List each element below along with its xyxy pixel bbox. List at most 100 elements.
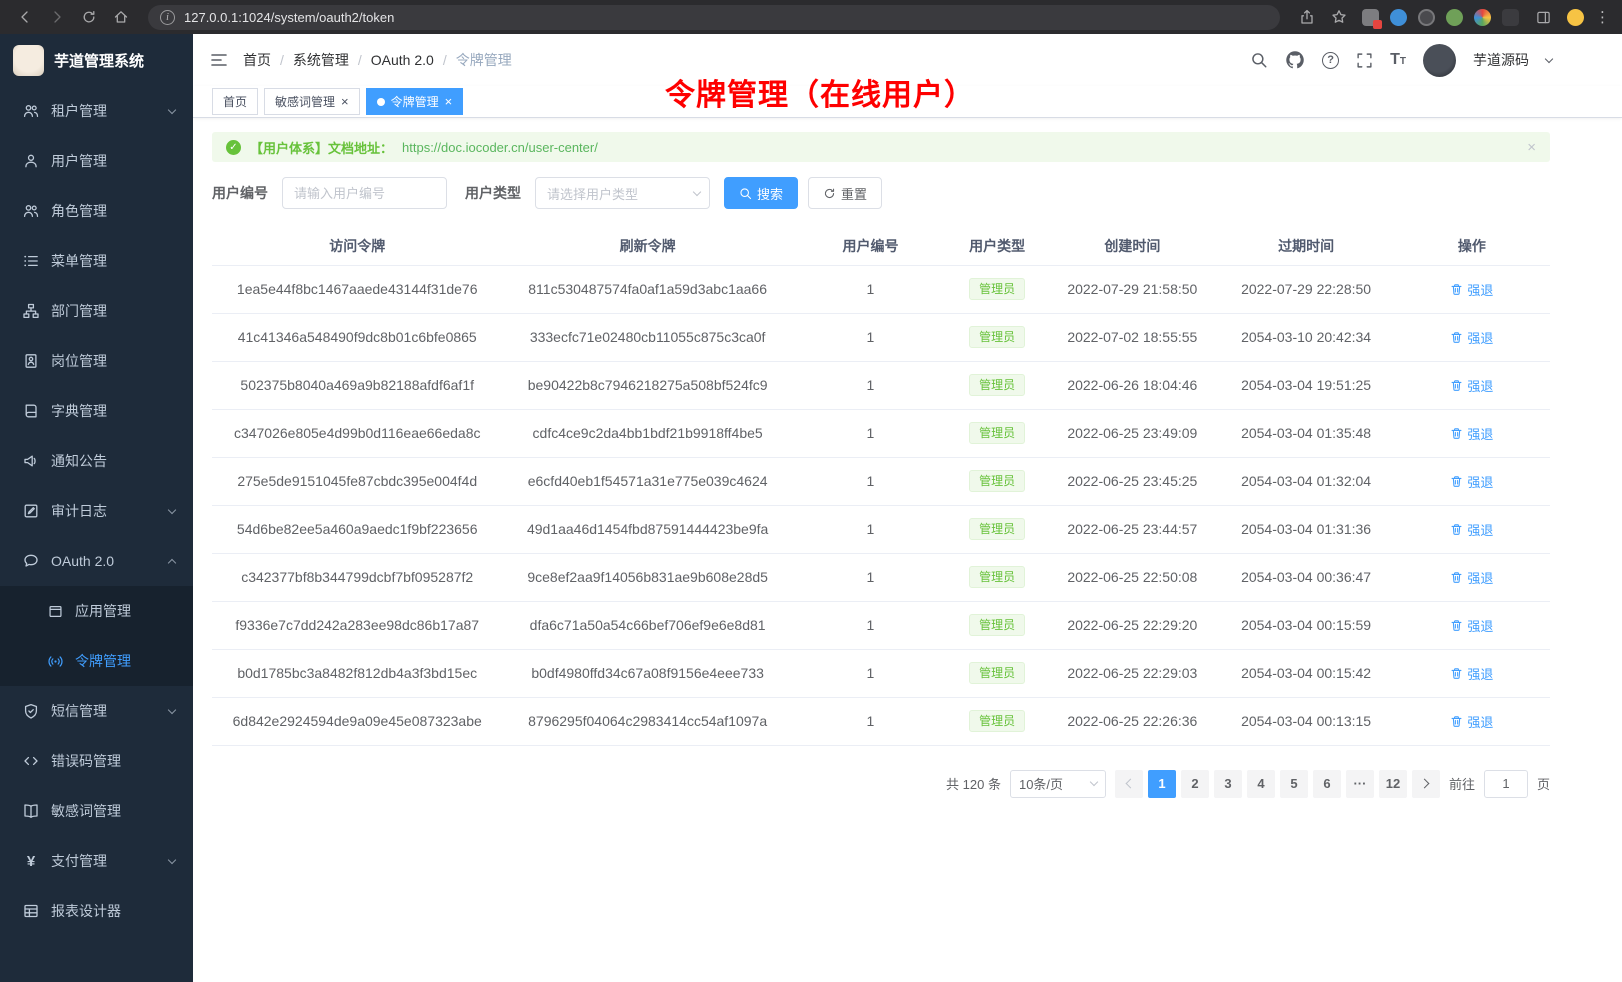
megaphone-icon: [22, 453, 40, 469]
github-icon[interactable]: [1285, 50, 1305, 70]
force-logout-button[interactable]: 强退: [1450, 712, 1493, 731]
sidebar-item-user[interactable]: 用户管理: [0, 136, 193, 186]
breadcrumb-home[interactable]: 首页: [243, 50, 271, 70]
force-logout-button[interactable]: 强退: [1450, 520, 1493, 539]
user-avatar[interactable]: [1423, 44, 1456, 77]
search-button[interactable]: 搜索: [724, 177, 798, 209]
extension-icon[interactable]: [1390, 9, 1407, 26]
back-icon[interactable]: [12, 4, 38, 30]
force-logout-button[interactable]: 强退: [1450, 280, 1493, 299]
expires-cell: 2054-03-04 00:36:47: [1218, 553, 1393, 601]
browser-menu-icon[interactable]: ⋮: [1595, 8, 1610, 26]
refresh-token-cell: be90422b8c7946218275a508bf524fc9: [502, 361, 792, 409]
page-button-6[interactable]: 6: [1313, 770, 1341, 798]
force-logout-button[interactable]: 强退: [1450, 328, 1493, 347]
page-button-12[interactable]: 12: [1379, 770, 1407, 798]
force-logout-button[interactable]: 强退: [1450, 424, 1493, 443]
sidebar-item-post[interactable]: 岗位管理: [0, 336, 193, 386]
doc-link[interactable]: https://doc.iocoder.cn/user-center/: [402, 140, 598, 155]
sidebar-item-label: 短信管理: [51, 701, 107, 721]
reset-button[interactable]: 重置: [808, 177, 882, 209]
extension-icon[interactable]: [1502, 9, 1519, 26]
sidebar-item-menu[interactable]: 菜单管理: [0, 236, 193, 286]
breadcrumb-system[interactable]: 系统管理: [293, 50, 349, 70]
sidebar-item-error-code[interactable]: 错误码管理: [0, 736, 193, 786]
sidebar-item-notice[interactable]: 通知公告: [0, 436, 193, 486]
force-logout-button[interactable]: 强退: [1450, 616, 1493, 635]
sidebar-item-token-management[interactable]: 令牌管理: [0, 636, 193, 686]
sidebar-item-label: 字典管理: [51, 401, 107, 421]
sidebar-item-report-designer[interactable]: 报表设计器: [0, 886, 193, 936]
sidebar-item-audit-log[interactable]: 审计日志: [0, 486, 193, 536]
page-button-1[interactable]: 1: [1148, 770, 1176, 798]
font-size-icon[interactable]: TT: [1390, 52, 1406, 68]
help-icon[interactable]: ?: [1322, 52, 1339, 69]
expires-cell: 2054-03-04 00:15:42: [1218, 649, 1393, 697]
goto-page-input[interactable]: [1484, 770, 1528, 798]
created-cell: 2022-06-25 23:45:25: [1046, 457, 1218, 505]
side-panel-icon[interactable]: [1530, 4, 1556, 30]
sidebar-item-label: 敏感词管理: [51, 801, 121, 821]
created-cell: 2022-06-26 18:04:46: [1046, 361, 1218, 409]
extension-icon[interactable]: [1446, 9, 1463, 26]
force-logout-button[interactable]: 强退: [1450, 472, 1493, 491]
profile-avatar-icon[interactable]: [1567, 9, 1584, 26]
user-id-input[interactable]: [282, 177, 447, 209]
tab-home[interactable]: 首页: [212, 88, 258, 115]
fullscreen-icon[interactable]: [1356, 52, 1373, 69]
action-cell: 强退: [1394, 649, 1550, 697]
sidebar-toggle-icon[interactable]: [209, 50, 229, 70]
sidebar-item-app-management[interactable]: 应用管理: [0, 586, 193, 636]
sidebar-item-label: 岗位管理: [51, 351, 107, 371]
sidebar-item-sensitive-word[interactable]: 敏感词管理: [0, 786, 193, 836]
username[interactable]: 芋道源码: [1473, 50, 1529, 70]
close-icon[interactable]: ×: [1527, 139, 1536, 156]
search-icon[interactable]: [1250, 51, 1268, 69]
site-info-icon[interactable]: i: [160, 10, 175, 25]
sidebar-item-payment[interactable]: ¥ 支付管理: [0, 836, 193, 886]
chevron-down-icon[interactable]: [1545, 54, 1553, 62]
extension-icon[interactable]: [1362, 9, 1379, 26]
expires-cell: 2054-03-04 01:31:36: [1218, 505, 1393, 553]
tab-sensitive-word[interactable]: 敏感词管理 ×: [264, 88, 360, 115]
share-icon[interactable]: [1294, 4, 1320, 30]
close-icon[interactable]: ×: [341, 95, 349, 108]
sidebar-item-sms[interactable]: 短信管理: [0, 686, 193, 736]
refresh-token-cell: 333ecfc71e02480cb11055c875c3ca0f: [502, 313, 792, 361]
close-icon[interactable]: ×: [445, 95, 453, 108]
sidebar-item-oauth[interactable]: OAuth 2.0: [0, 536, 193, 586]
extension-icon[interactable]: [1418, 9, 1435, 26]
forward-icon[interactable]: [44, 4, 70, 30]
user-type-select[interactable]: 请选择用户类型: [535, 177, 710, 209]
next-page-button[interactable]: [1412, 770, 1440, 798]
breadcrumb-oauth[interactable]: OAuth 2.0: [371, 52, 434, 68]
page-button-4[interactable]: 4: [1247, 770, 1275, 798]
page-button-5[interactable]: 5: [1280, 770, 1308, 798]
app-logo[interactable]: 芋道管理系统: [0, 34, 193, 86]
prev-page-button[interactable]: [1115, 770, 1143, 798]
user-type-tag: 管理员: [969, 662, 1025, 684]
address-bar[interactable]: i 127.0.0.1:1024/system/oauth2/token: [148, 5, 1280, 30]
force-logout-button[interactable]: 强退: [1450, 376, 1493, 395]
more-pages-button[interactable]: ···: [1346, 770, 1374, 798]
sidebar-item-dept[interactable]: 部门管理: [0, 286, 193, 336]
tab-token-management[interactable]: 令牌管理 ×: [366, 88, 464, 115]
bookmark-star-icon[interactable]: [1326, 4, 1352, 30]
user-id-cell: 1: [793, 505, 948, 553]
extension-icon[interactable]: [1474, 9, 1491, 26]
sidebar-item-role[interactable]: 角色管理: [0, 186, 193, 236]
user-type-cell: 管理员: [948, 313, 1046, 361]
force-logout-button[interactable]: 强退: [1450, 664, 1493, 683]
goto-label: 前往: [1449, 774, 1475, 793]
reload-icon[interactable]: [76, 4, 102, 30]
user-type-tag: 管理员: [969, 326, 1025, 348]
page-button-3[interactable]: 3: [1214, 770, 1242, 798]
home-icon[interactable]: [108, 4, 134, 30]
force-logout-button[interactable]: 强退: [1450, 568, 1493, 587]
user-icon: [22, 153, 40, 169]
page-button-2[interactable]: 2: [1181, 770, 1209, 798]
page-size-select[interactable]: 10条/页: [1010, 770, 1106, 798]
sidebar-item-tenant[interactable]: 租户管理: [0, 86, 193, 136]
chat-bubble-icon: [22, 553, 40, 569]
sidebar-item-dict[interactable]: 字典管理: [0, 386, 193, 436]
